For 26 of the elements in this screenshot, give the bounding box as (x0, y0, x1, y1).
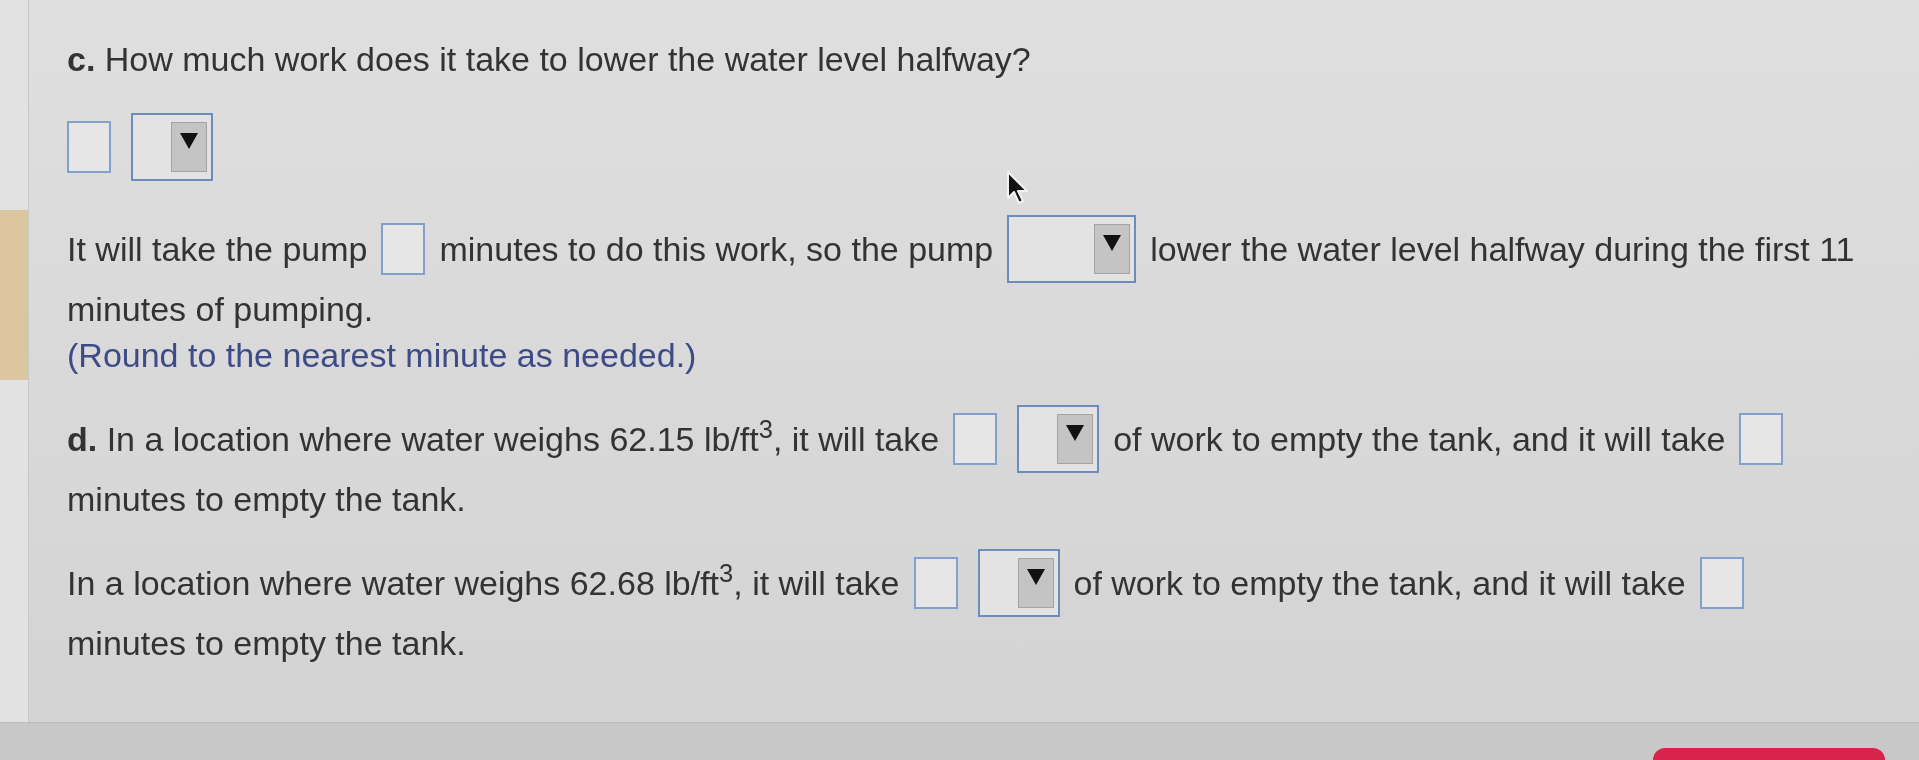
dropdown-select[interactable] (1017, 405, 1100, 473)
caret-icon (1057, 414, 1094, 464)
question-text: minutes to do this work, so the pump (439, 229, 994, 269)
dropdown-select[interactable] (131, 113, 213, 181)
caret-icon (1094, 224, 1131, 274)
answer-input[interactable] (953, 413, 998, 465)
caret-icon (1017, 558, 1054, 608)
action-button[interactable] (1653, 748, 1885, 760)
question-text: minutes of pumping. (67, 289, 374, 329)
answer-input[interactable] (913, 557, 958, 609)
question-text: of work to empty the tank, and it will take (1113, 419, 1726, 459)
caret-icon (171, 122, 207, 172)
question-text: minutes to empty the tank. (67, 623, 466, 663)
question-text: In a location where water weighs 62.68 lb/ft$^{3}$, it will take (67, 563, 900, 603)
dropdown-select[interactable] (977, 549, 1060, 617)
question-text: c. How much work does it take to lower the water level halfway? (67, 39, 1031, 79)
answer-input[interactable] (1739, 413, 1784, 465)
question-text: lower the water level halfway during the first 11 (1150, 229, 1855, 269)
question-text: d. In a location where water weighs 62.15 lb/ft$^{3}$, it will take (67, 419, 940, 459)
answer-input[interactable] (381, 223, 426, 275)
answer-input[interactable] (1699, 557, 1744, 609)
answer-input[interactable] (67, 121, 111, 173)
question-text: of work to empty the tank, and it will take (1073, 563, 1686, 603)
question-text: It will take the pump (67, 229, 368, 269)
question-text: minutes to empty the tank. (67, 479, 466, 519)
hint-text: (Round to the nearest minute as needed.) (67, 335, 697, 375)
